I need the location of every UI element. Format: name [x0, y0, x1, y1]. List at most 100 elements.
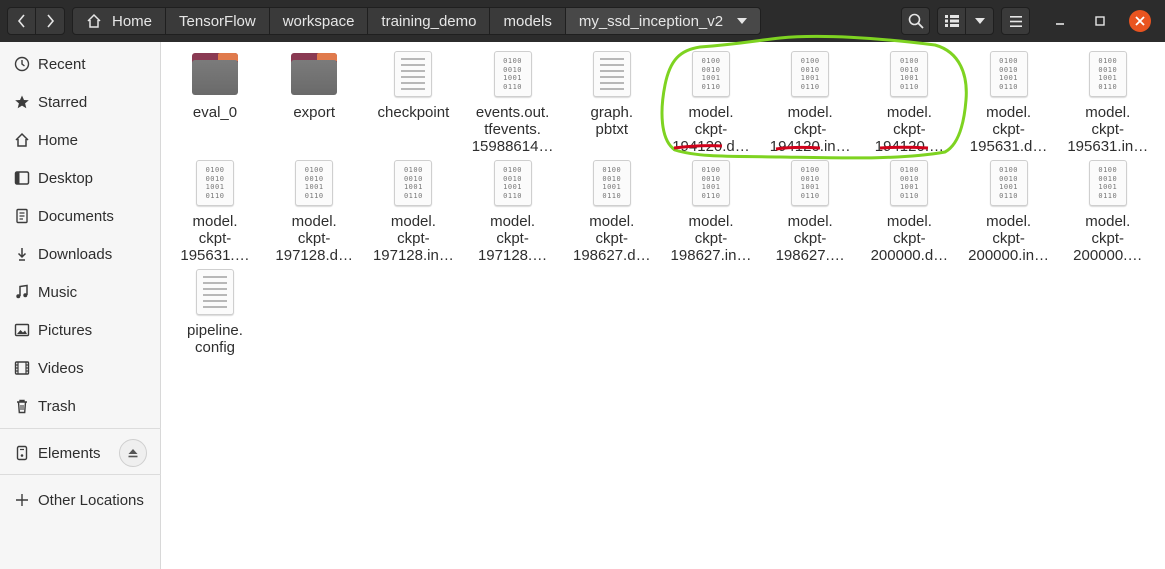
sidebar-item-home[interactable]: Home [0, 122, 161, 158]
binary-file-icon: 0100 0010 1001 0110 [1088, 159, 1127, 207]
file-item[interactable]: 0100 0010 1001 0110 model. ckpt- 195631.d… [959, 50, 1059, 155]
breadcrumb: Home TensorFlow workspace training_demo … [72, 7, 762, 35]
forward-button[interactable] [35, 7, 65, 35]
breadcrumb-home[interactable]: Home [72, 7, 167, 35]
close-icon [1135, 16, 1145, 26]
minimize-button[interactable] [1049, 10, 1071, 32]
file-item[interactable]: 0100 0010 1001 0110 model. ckpt- 194120.… [859, 50, 959, 155]
file-item[interactable]: checkpoint [363, 50, 463, 121]
sidebar-item-label: Documents [38, 207, 114, 225]
search-button[interactable] [901, 7, 930, 35]
file-name: model. ckpt- 197128.d… [275, 213, 353, 264]
sidebar-divider [0, 428, 161, 429]
breadcrumb-workspace[interactable]: workspace [268, 7, 369, 35]
binary-file-icon: 0100 0010 1001 0110 [989, 159, 1028, 207]
sidebar-item-label: Home [38, 131, 79, 149]
chevron-left-icon [17, 14, 25, 28]
file-item[interactable]: 0100 0010 1001 0110 events.out. tfevents. 15… [463, 50, 563, 155]
binary-glyph: 0110 [304, 191, 324, 200]
view-toggle-button[interactable] [937, 7, 966, 35]
file-item[interactable]: 0100 0010 1001 0110 model. ckpt- 195631.in… [1058, 50, 1158, 155]
file-item[interactable]: 0100 0010 1001 0110 model. ckpt- 200000.d… [859, 159, 959, 264]
file-name: model. ckpt- 197128.in… [372, 213, 454, 264]
binary-glyph: 0010 [800, 174, 820, 183]
sidebar-item-trash[interactable]: Trash [0, 388, 161, 424]
binary-glyph: 0100 [1098, 166, 1118, 174]
sidebar-item-pictures[interactable]: Pictures [0, 312, 161, 348]
file-item[interactable]: eval_0 [165, 50, 265, 121]
file-item[interactable]: 0100 0010 1001 0110 model. ckpt- 194120.in… [760, 50, 860, 155]
binary-glyph: 0100 [1098, 57, 1118, 65]
search-icon [908, 13, 924, 29]
file-name: model. ckpt- 194120.… [874, 104, 944, 155]
binary-glyph: 0100 [602, 166, 622, 174]
binary-glyph: 0010 [205, 174, 225, 183]
back-button[interactable] [7, 7, 36, 35]
sidebar-item-label: Desktop [38, 169, 94, 187]
binary-file-icon: 0100 0010 1001 0110 [196, 159, 234, 207]
sidebar-item-music[interactable]: Music [0, 274, 161, 310]
sidebar-item-other-locations[interactable]: Other Locations [0, 482, 161, 518]
music-icon [12, 282, 32, 302]
sidebar-item-label: Other Locations [38, 491, 144, 509]
breadcrumb-tensorflow[interactable]: TensorFlow [165, 7, 270, 35]
sidebar-item-starred[interactable]: Starred [0, 84, 161, 120]
breadcrumb-models[interactable]: models [489, 7, 566, 35]
file-item[interactable]: 0100 0010 1001 0110 model. ckpt- 195631.… [165, 159, 265, 264]
folder-icon [291, 50, 338, 98]
file-item[interactable]: graph. pbtxt [562, 50, 662, 138]
binary-glyph: 1001 [503, 183, 523, 191]
sidebar-item-downloads[interactable]: Downloads [0, 236, 161, 272]
file-item[interactable]: 0100 0010 1001 0110 model. ckpt- 200000.in… [959, 159, 1059, 264]
binary-file-icon: 0100 0010 1001 0110 [493, 50, 532, 98]
sidebar-item-recent[interactable]: Recent [0, 46, 161, 82]
trash-icon [12, 396, 32, 416]
file-item[interactable]: 0100 0010 1001 0110 model. ckpt- 197128.… [463, 159, 563, 264]
file-item[interactable]: 0100 0010 1001 0110 model. ckpt- 198627.in… [661, 159, 761, 264]
binary-glyph: 0100 [800, 57, 820, 65]
binary-glyph: 0110 [899, 82, 919, 91]
binary-glyph: 1001 [1098, 74, 1118, 82]
binary-glyph: 1001 [701, 74, 721, 82]
file-name: model. ckpt- 198627.… [775, 213, 845, 264]
binary-glyph: 0010 [503, 65, 523, 74]
star-icon [12, 92, 32, 112]
chevron-down-icon [737, 18, 748, 24]
binary-file-icon: 0100 0010 1001 0110 [394, 159, 433, 207]
file-item[interactable]: 0100 0010 1001 0110 model. ckpt- 197128.in… [363, 159, 463, 264]
file-item[interactable]: export [264, 50, 364, 121]
file-name: model. ckpt- 198627.d… [573, 213, 651, 264]
file-item[interactable]: 0100 0010 1001 0110 model. ckpt- 198627.d… [562, 159, 662, 264]
file-item[interactable]: 0100 0010 1001 0110 model. ckpt- 200000.… [1058, 159, 1158, 264]
binary-glyph: 0110 [800, 82, 820, 91]
chevron-down-icon [974, 18, 985, 24]
sidebar-item-label: Downloads [38, 245, 113, 263]
binary-glyph: 0110 [800, 191, 820, 200]
binary-file-icon: 0100 0010 1001 0110 [791, 50, 830, 98]
menu-button[interactable] [1001, 7, 1030, 35]
binary-glyph: 0010 [1098, 65, 1118, 74]
text-file-icon [394, 50, 433, 98]
file-item[interactable]: 0100 0010 1001 0110 model. ckpt- 198627.… [760, 159, 860, 264]
hamburger-menu-icon [1009, 15, 1022, 27]
folder-icon [192, 50, 238, 98]
view-options-button[interactable] [965, 7, 994, 35]
eject-button[interactable] [119, 439, 147, 467]
breadcrumb-training-demo[interactable]: training_demo [367, 7, 491, 35]
maximize-button[interactable] [1089, 10, 1111, 32]
sidebar-item-videos[interactable]: Videos [0, 350, 161, 386]
sidebar-item-desktop[interactable]: Desktop [0, 160, 161, 196]
file-item[interactable]: 0100 0010 1001 0110 model. ckpt- 194120.d… [661, 50, 761, 155]
binary-glyph: 0110 [701, 82, 721, 91]
sidebar-item-documents[interactable]: Documents [0, 198, 161, 234]
download-icon [12, 244, 32, 264]
sidebar-item-label: Starred [38, 93, 88, 111]
file-name: model. ckpt- 195631.in… [1067, 104, 1149, 155]
file-item[interactable]: 0100 0010 1001 0110 model. ckpt- 197128.d… [264, 159, 364, 264]
file-item[interactable]: pipeline. config [165, 268, 265, 356]
close-button[interactable] [1129, 10, 1151, 32]
binary-file-icon: 0100 0010 1001 0110 [890, 50, 929, 98]
breadcrumb-current[interactable]: my_ssd_inception_v2 [564, 7, 762, 35]
minimize-icon [1056, 23, 1064, 25]
header-bar: Home TensorFlow workspace training_demo … [0, 0, 1165, 42]
